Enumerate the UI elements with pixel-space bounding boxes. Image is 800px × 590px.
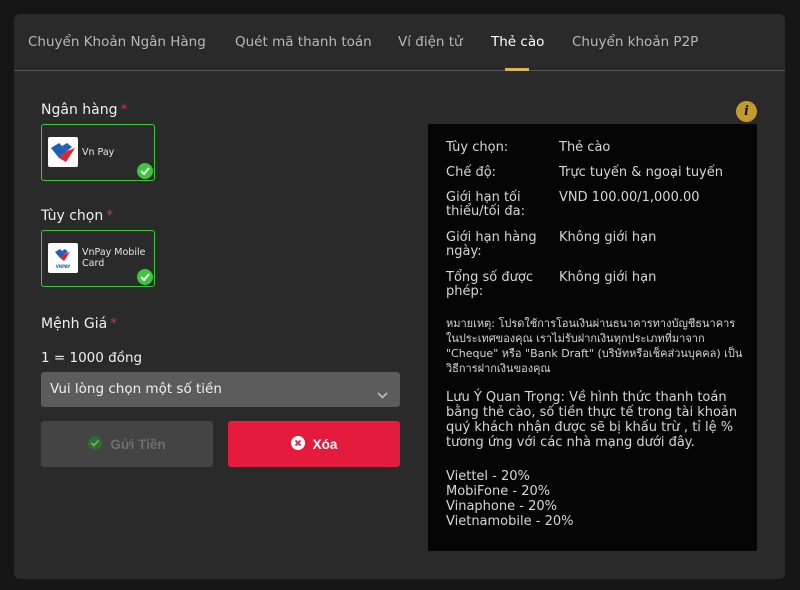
option-card-label: VnPay Mobile Card — [82, 247, 146, 269]
info-key: Chế độ: — [446, 165, 497, 180]
carrier-rate: MobiFone - 20% — [446, 484, 551, 499]
info-value: Thẻ cào — [559, 140, 611, 155]
info-key: Giới hạn tối thiểu/tối đa: — [446, 190, 525, 219]
info-value: Trực tuyến & ngoại tuyến — [559, 165, 723, 180]
info-value: VND 100.00/1,000.00 — [559, 190, 700, 205]
close-circle-icon — [290, 435, 305, 453]
info-value: Không giới hạn — [559, 270, 657, 285]
bank-card-vnpay[interactable]: Vn Pay — [41, 124, 155, 181]
vnpay-logo-icon — [48, 137, 78, 167]
important-note: Lưu Ý Quan Trọng: Về hình thức thanh toá… — [446, 390, 738, 450]
tab-scratch-card[interactable]: Thẻ cào — [491, 34, 544, 50]
info-icon[interactable]: i — [736, 101, 757, 122]
carrier-rate: Vinaphone - 20% — [446, 499, 557, 514]
amount-select[interactable]: Vui lòng chọn một số tiền — [41, 372, 400, 407]
vnpay-card-logo-icon: VNPAY — [48, 243, 78, 273]
selected-check-icon — [137, 269, 153, 285]
carrier-rates-list: Viettel - 20% MobiFone - 20% Vinaphone -… — [446, 469, 573, 529]
option-label: Tùy chọn * — [41, 208, 114, 224]
info-value: Không giới hạn — [559, 230, 657, 245]
send-button[interactable]: Gửi Tiền — [41, 421, 213, 467]
deposit-panel: Chuyển Khoản Ngân Hàng Quét mã thanh toá… — [14, 14, 785, 579]
tab-bank-transfer[interactable]: Chuyển Khoản Ngân Hàng — [28, 34, 206, 50]
clear-button-label: Xóa — [312, 436, 338, 452]
vnpay-logo-text: VNPAY — [55, 264, 71, 269]
check-circle-icon — [88, 435, 103, 453]
bank-label: Ngân hàng * — [41, 102, 128, 118]
carrier-rate: Viettel - 20% — [446, 469, 530, 484]
payment-tabs: Chuyển Khoản Ngân Hàng Quét mã thanh toá… — [14, 14, 785, 71]
selected-check-icon — [137, 163, 153, 179]
amount-select-placeholder: Vui lòng chọn một số tiền — [50, 381, 222, 397]
clear-button[interactable]: Xóa — [228, 421, 400, 467]
chevron-down-icon — [377, 384, 388, 403]
tab-p2p-transfer[interactable]: Chuyển khoản P2P — [572, 34, 698, 50]
exchange-rate-text: 1 = 1000 đồng — [41, 350, 143, 366]
info-key: Tổng số được phép: — [446, 270, 533, 299]
send-button-label: Gửi Tiền — [110, 436, 166, 452]
tab-e-wallet[interactable]: Ví điện tử — [398, 34, 463, 50]
info-box: Tùy chọn: Thẻ cào Chế độ: Trực tuyến & n… — [428, 124, 757, 551]
carrier-rate: Vietnamobile - 20% — [446, 514, 574, 529]
active-tab-indicator — [505, 68, 529, 71]
amount-label: Mệnh Giá * — [41, 316, 118, 332]
option-card-vnpay-mobile[interactable]: VNPAY VnPay Mobile Card — [41, 230, 155, 287]
tab-qr-payment[interactable]: Quét mã thanh toán — [235, 34, 372, 50]
bank-card-label: Vn Pay — [82, 147, 115, 158]
info-key: Tùy chọn: — [446, 140, 509, 155]
info-key: Giới hạn hàng ngày: — [446, 230, 537, 259]
deposit-note: หมายเหตุ: โปรดใช้การโอนเงินผ่านธนาคารทาง… — [446, 317, 743, 375]
